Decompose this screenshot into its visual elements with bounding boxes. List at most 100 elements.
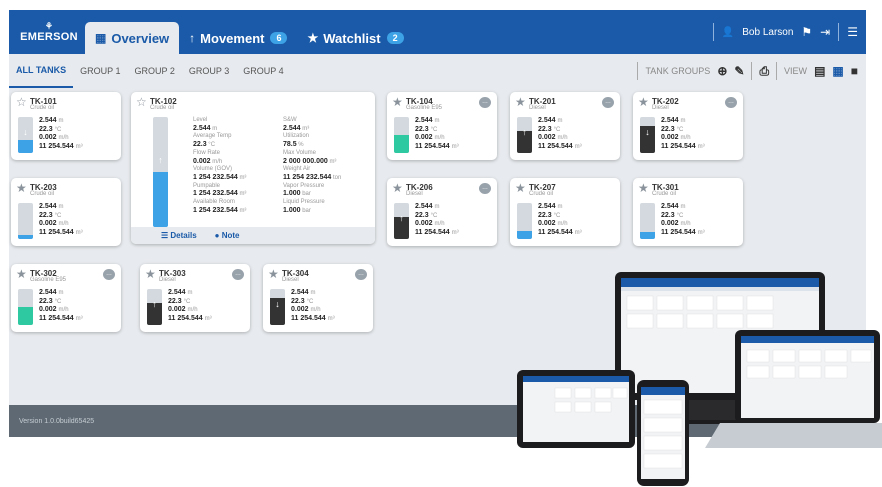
tank-product: Crude oil	[529, 191, 554, 197]
tab-group-3[interactable]: GROUP 3	[182, 54, 236, 88]
tab-all-tanks[interactable]: ALL TANKS	[9, 54, 74, 88]
watchlist-badge: 2	[386, 32, 404, 44]
tank-card-expanded[interactable]: ☆ TK-102 Crude oil ↑ Level 2.544 m Average…	[131, 92, 375, 244]
temp-value: 22.3	[661, 125, 675, 133]
tile-view-icon[interactable]: ■	[851, 64, 858, 78]
detail-value: 1 254 232.544	[193, 173, 238, 181]
favorite-star-icon[interactable]: ★	[515, 181, 526, 195]
comment-icon[interactable]: …	[479, 183, 491, 194]
detail-label: Volume (GOV)	[193, 166, 233, 173]
detail-label: Weight Air	[283, 166, 311, 173]
tank-card[interactable]: ★ TK-104 Gasoline E95… 2.544 m 22.3 °C 0.002 m/h…	[387, 92, 497, 160]
divider	[751, 62, 753, 80]
tank-values: 2.544 m 22.3 °C 0.002 m/h 11 254.544 m³	[661, 203, 705, 236]
tank-card[interactable]: ★ TK-302 Gasoline E95… 2.544 m 22.3 °C 0.002 m/h…	[11, 264, 121, 332]
tab-group-4[interactable]: GROUP 4	[236, 54, 290, 88]
comment-icon[interactable]: …	[232, 269, 244, 280]
print-icon[interactable]: ⎙	[759, 64, 769, 79]
tank-card[interactable]: ★ TK-206 Diesel… ↑ 2.544 m 22.3 °C 0.002 m/h 11 25…	[387, 178, 497, 246]
comment-icon[interactable]: …	[355, 269, 367, 280]
favorite-star-icon[interactable]: ★	[515, 95, 526, 109]
tank-card[interactable]: ★ TK-303 Diesel… ↑ 2.544 m 22.3 °C 0.002 m/h 11 25…	[140, 264, 250, 332]
tank-card[interactable]: ☆ TK-101 Crude oil ↓ 2.544 m 22.3 °C 0.002 m/h 11 …	[11, 92, 121, 160]
tank-card[interactable]: ★ TK-301 Crude oil 2.544 m 22.3 °C 0.002 m/h 11 2…	[633, 178, 743, 246]
logout-icon[interactable]: ⇥	[820, 25, 830, 39]
tank-card[interactable]: ★ TK-203 Crude oil 2.544 m 22.3 °C 0.002 m/h 11 2…	[11, 178, 121, 246]
detail-unit: m³	[239, 207, 247, 214]
flow-value: 0.002	[661, 220, 679, 227]
tank-card[interactable]: ★ TK-207 Crude oil 2.544 m 22.3 °C 0.002 m/h 11 2…	[510, 178, 620, 246]
user-name[interactable]: Bob Larson	[742, 27, 793, 38]
comment-icon[interactable]: …	[725, 97, 737, 108]
flow-value: 0.002	[415, 220, 433, 227]
favorite-star-icon[interactable]: ☆	[16, 95, 27, 109]
volume-value: 11 254.544	[39, 228, 74, 236]
tank-product: Crude oil	[150, 105, 175, 111]
comment-icon[interactable]: …	[479, 97, 491, 108]
tank-values: 2.544 m 22.3 °C 0.002 m/h 11 254.544 m³	[39, 203, 83, 236]
arrow-up-icon: ↑	[399, 213, 404, 223]
tank-card[interactable]: ★ TK-304 Diesel… ↓ 2.544 m 22.3 °C 0.002 m/h 11 25…	[263, 264, 373, 332]
arrow-up-icon: ↑	[158, 155, 163, 165]
divider	[637, 62, 639, 80]
detail-unit: m³	[329, 158, 337, 165]
tab-group-1[interactable]: GROUP 1	[73, 54, 127, 88]
arrow-down-icon: ↓	[645, 127, 650, 137]
favorite-star-icon[interactable]: ★	[392, 95, 403, 109]
tab-watchlist[interactable]: ★ Watchlist 2	[297, 22, 413, 54]
favorite-star-icon[interactable]: ★	[392, 181, 403, 195]
user-icon: 👤	[721, 26, 735, 38]
volume-value: 11 254.544	[39, 314, 74, 322]
level-value: 2.544	[39, 203, 57, 210]
detail-label: Available Room	[193, 199, 235, 206]
arrow-down-icon: ↓	[275, 299, 280, 309]
details-link[interactable]: ☰ Details	[161, 231, 197, 240]
edit-icon[interactable]: ✎	[734, 64, 744, 78]
favorite-star-icon[interactable]: ★	[638, 181, 649, 195]
tab-movement[interactable]: ↑ Movement 6	[179, 22, 297, 54]
tank-values: 2.544 m 22.3 °C 0.002 m/h 11 254.544 m³	[661, 117, 705, 150]
tank-level-gauge: ↑	[517, 117, 532, 153]
emerson-logo: ⚘ EMERSON	[20, 20, 78, 43]
tank-level-gauge	[18, 289, 33, 325]
detail-label: Vapor Pressure	[283, 182, 325, 189]
favorite-star-icon[interactable]: ★	[268, 267, 279, 281]
tank-card[interactable]: ★ TK-201 Diesel… ↑ 2.544 m 22.3 °C 0.002 m/h 11 25…	[510, 92, 620, 160]
tank-product: Diesel	[159, 277, 176, 283]
favorite-star-icon[interactable]: ★	[16, 181, 27, 195]
tank-card[interactable]: ★ TK-202 Diesel… ↓ 2.544 m 22.3 °C 0.002 m/h 11 25…	[633, 92, 743, 160]
tab-overview[interactable]: ▦ Overview	[85, 22, 180, 54]
detail-value: 11 254 232.544	[283, 173, 332, 181]
tank-level-gauge: ↑	[394, 203, 409, 239]
detail-unit: °C	[208, 142, 216, 149]
flow-value: 0.002	[538, 220, 556, 227]
flag-icon[interactable]: ⚑	[801, 25, 812, 39]
temp-value: 22.3	[538, 125, 552, 133]
note-link[interactable]: ● Note	[215, 231, 240, 240]
volume-value: 11 254.544	[291, 314, 326, 322]
laptop-topbar	[741, 336, 874, 343]
tank-values: 2.544 m 22.3 °C 0.002 m/h 11 254.544 m³	[415, 117, 459, 150]
favorite-star-icon[interactable]: ★	[16, 267, 27, 281]
temp-value: 22.3	[168, 297, 182, 305]
comment-icon[interactable]: …	[602, 97, 614, 108]
menu-icon[interactable]: ☰	[847, 25, 858, 39]
add-icon[interactable]: ⊕	[717, 64, 727, 78]
list-view-icon[interactable]: ▤	[814, 64, 825, 78]
comment-icon[interactable]: …	[103, 269, 115, 280]
grid-view-icon[interactable]: ▦	[832, 64, 843, 78]
temp-value: 22.3	[415, 211, 429, 219]
detail-value: 78.5	[283, 141, 297, 149]
tab-group-2[interactable]: GROUP 2	[128, 54, 182, 88]
favorite-star-icon[interactable]: ☆	[136, 95, 147, 109]
favorite-star-icon[interactable]: ★	[145, 267, 156, 281]
volume-value: 11 254.544	[415, 142, 450, 150]
tank-product: Crude oil	[30, 191, 55, 197]
details-right: S&W 2.544 m³ Utilization 78.5 % Max Volume 2 …	[283, 117, 341, 215]
level-value: 2.544	[661, 117, 679, 124]
favorite-star-icon[interactable]: ★	[638, 95, 649, 109]
temp-value: 22.3	[538, 211, 552, 219]
level-value: 2.544	[538, 117, 556, 124]
tank-values: 2.544 m 22.3 °C 0.002 m/h 11 254.544 m³	[39, 289, 83, 322]
phone-topbar	[641, 387, 685, 395]
